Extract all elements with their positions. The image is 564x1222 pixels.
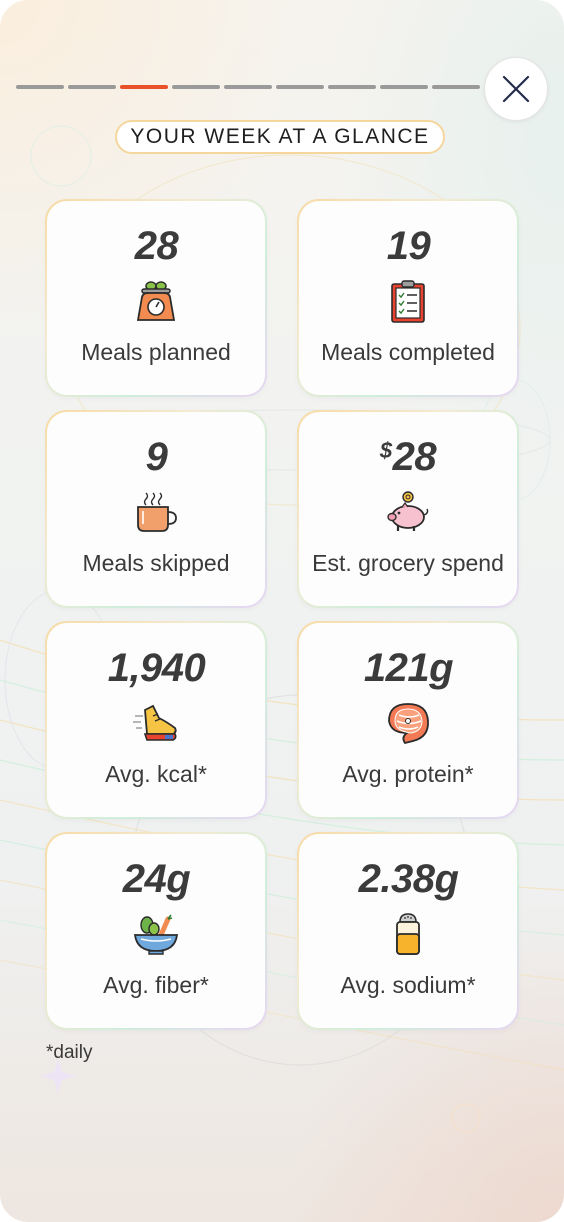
progress-segment <box>16 85 64 89</box>
stat-card-grocery-spend: $28 Est. grocery spend <box>297 410 519 608</box>
progress-segment <box>68 85 116 89</box>
stat-value: 9 <box>145 435 168 479</box>
stat-card-avg-fiber: 24g Avg. fiber* <box>45 832 267 1030</box>
stat-card-avg-kcal: 1,940 Avg. kcal* <box>45 621 267 819</box>
stat-value: 19 <box>386 224 431 268</box>
stat-label: Est. grocery spend <box>312 550 504 576</box>
week-summary-screen: YOUR WEEK AT A GLANCE 28 Meals planned 1… <box>0 0 564 1222</box>
stat-card-avg-protein: 121g Avg. protein* <box>297 621 519 819</box>
stat-label: Avg. sodium* <box>340 972 476 998</box>
salt-shaker-icon <box>384 910 432 958</box>
progress-segment <box>276 85 324 89</box>
salad-bowl-icon <box>132 910 180 958</box>
stat-card-meals-completed: 19 Meals completed <box>297 199 519 397</box>
progress-segment <box>380 85 428 89</box>
stat-value: 121g <box>363 646 454 690</box>
hot-mug-icon <box>132 488 180 536</box>
salmon-steak-icon <box>384 699 432 747</box>
stat-value: 2.38g <box>358 857 459 901</box>
stat-label: Meals skipped <box>82 550 230 576</box>
footnote: *daily <box>46 1042 93 1063</box>
close-icon <box>502 75 530 103</box>
stat-label: Avg. protein* <box>342 761 474 787</box>
progress-segment-active <box>120 85 168 89</box>
stat-label: Meals planned <box>81 339 231 365</box>
stat-value: 28 <box>134 224 179 268</box>
stat-label: Avg. fiber* <box>103 972 209 998</box>
stat-value: $28 <box>379 435 437 479</box>
kitchen-scale-icon <box>132 277 180 325</box>
stat-card-meals-planned: 28 Meals planned <box>45 199 267 397</box>
stat-label: Meals completed <box>321 339 495 365</box>
running-shoe-icon <box>132 699 180 747</box>
progress-segment <box>172 85 220 89</box>
story-progress-bar <box>16 85 480 89</box>
stat-card-avg-sodium: 2.38g Avg. sodium* <box>297 832 519 1030</box>
progress-segment <box>224 85 272 89</box>
stat-value: 1,940 <box>107 646 206 690</box>
close-button[interactable] <box>484 57 548 121</box>
progress-segment <box>328 85 376 89</box>
section-heading: YOUR WEEK AT A GLANCE <box>130 125 430 148</box>
progress-segment <box>432 85 480 89</box>
stat-label: Avg. kcal* <box>105 761 207 787</box>
clipboard-checklist-icon <box>384 277 432 325</box>
stat-value: 24g <box>122 857 191 901</box>
stats-grid: 28 Meals planned 19 Meals completed 9 Me… <box>45 199 519 1030</box>
piggy-bank-icon <box>384 488 432 536</box>
stat-card-meals-skipped: 9 Meals skipped <box>45 410 267 608</box>
section-heading-pill: YOUR WEEK AT A GLANCE <box>115 120 445 154</box>
